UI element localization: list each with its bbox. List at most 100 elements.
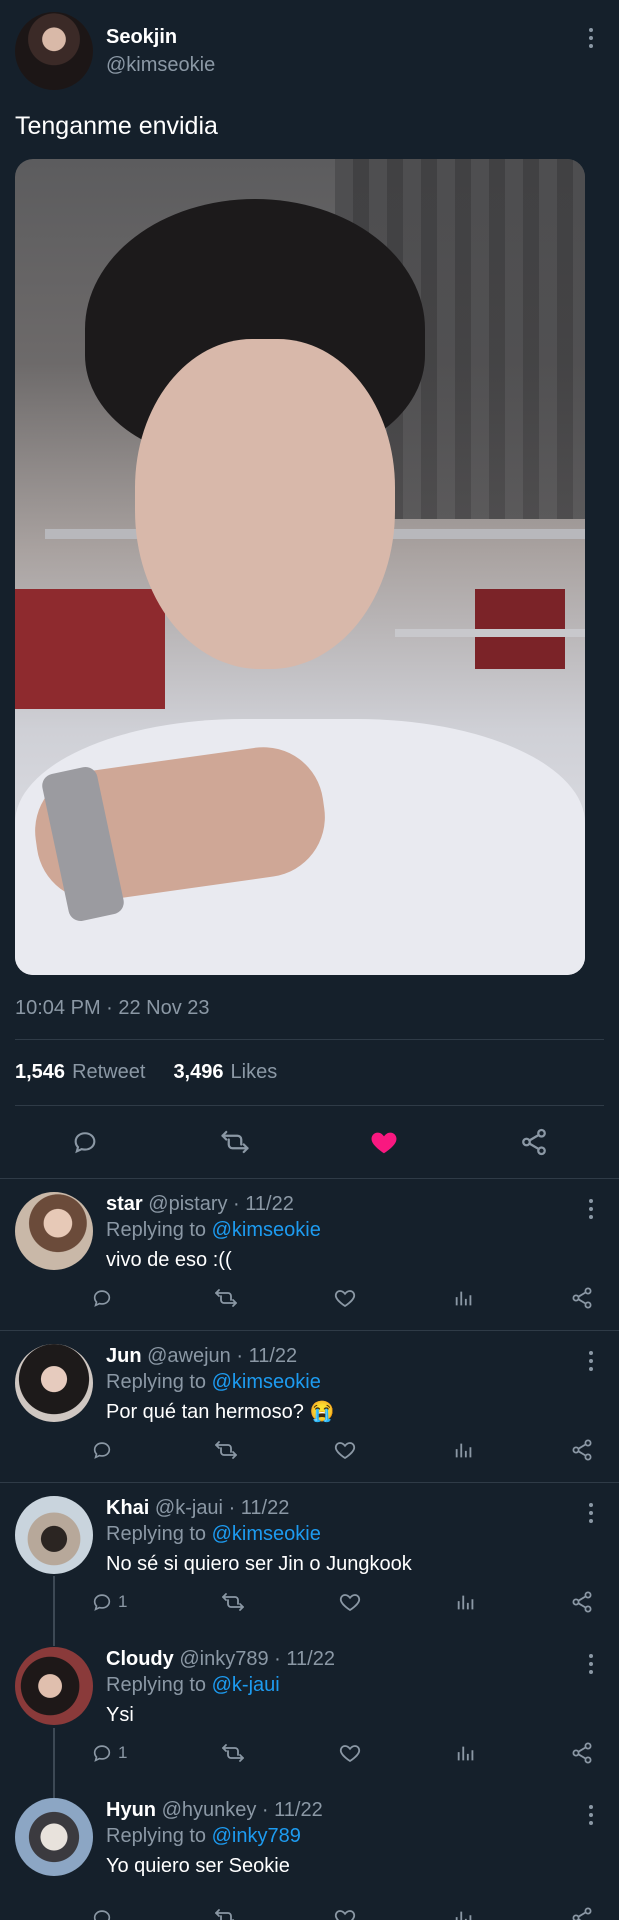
reply-tweet[interactable]: Hyun @hyunkey · 11/22 Replying to @inky7… — [0, 1785, 619, 1920]
like-icon[interactable] — [333, 1438, 357, 1462]
tweet-photo[interactable] — [15, 159, 585, 975]
avatar[interactable] — [15, 12, 93, 90]
replying-to-line: Replying to @kimseokie — [106, 1521, 604, 1547]
more-options-icon[interactable] — [588, 1805, 594, 1825]
reply-action-bar — [91, 1906, 619, 1920]
reply-display-name[interactable]: Khai — [106, 1497, 149, 1519]
reply-action-bar: 1 — [91, 1741, 619, 1765]
replying-to-label: Replying to — [106, 1523, 207, 1545]
reply-action-bar — [91, 1286, 619, 1310]
like-icon[interactable] — [338, 1590, 362, 1614]
views-icon[interactable] — [455, 1742, 477, 1764]
reply-display-name[interactable]: Cloudy — [106, 1648, 174, 1670]
views-icon[interactable] — [453, 1287, 475, 1309]
replying-to-label: Replying to — [106, 1219, 207, 1241]
avatar[interactable] — [15, 1798, 93, 1876]
share-icon[interactable] — [519, 1127, 549, 1157]
main-tweet: Seokjin @kimseokie Tenganme envidia 10:0… — [0, 0, 619, 1021]
tweet-header: Seokjin @kimseokie — [15, 12, 604, 90]
views-icon[interactable] — [453, 1907, 475, 1920]
reply-author-line: Cloudy @inky789 · 11/22 — [106, 1646, 604, 1672]
like-icon[interactable] — [369, 1127, 399, 1157]
more-options-icon[interactable] — [588, 1199, 594, 1219]
reply-icon[interactable] — [91, 1439, 118, 1461]
reply-text: Ysi — [106, 1704, 134, 1726]
tweet-timestamp: 10:04 PM · 22 Nov 23 — [15, 997, 210, 1019]
reply-handle[interactable]: @k-jaui — [155, 1497, 223, 1519]
share-icon[interactable] — [570, 1286, 594, 1310]
like-icon[interactable] — [338, 1741, 362, 1765]
avatar[interactable] — [15, 1192, 93, 1270]
reply-display-name[interactable]: star — [106, 1193, 143, 1215]
author-handle[interactable]: @kimseokie — [106, 51, 215, 79]
reply-tweet[interactable]: star @pistary · 11/22 Replying to @kimse… — [0, 1179, 619, 1330]
replying-to-label: Replying to — [106, 1825, 207, 1847]
likes-count[interactable]: 3,496 — [173, 1061, 223, 1084]
replying-to-line: Replying to @kimseokie — [106, 1217, 604, 1243]
retweet-icon[interactable] — [214, 1906, 238, 1920]
replying-to-line: Replying to @inky789 — [106, 1823, 604, 1849]
more-options-icon[interactable] — [588, 1654, 594, 1674]
reply-handle[interactable]: @awejun — [147, 1345, 231, 1367]
replying-to-label: Replying to — [106, 1371, 207, 1393]
reply-date: · 11/22 — [233, 1193, 294, 1215]
reply-tweet[interactable]: Cloudy @inky789 · 11/22 Replying to @k-j… — [0, 1634, 619, 1785]
replying-to-handle[interactable]: @inky789 — [212, 1825, 301, 1847]
retweet-icon[interactable] — [214, 1438, 238, 1462]
replying-to-line: Replying to @k-jaui — [106, 1672, 604, 1698]
reply-display-name[interactable]: Hyun — [106, 1799, 156, 1821]
reply-tweet[interactable]: Jun @awejun · 11/22 Replying to @kimseok… — [0, 1331, 619, 1482]
replying-to-label: Replying to — [106, 1674, 207, 1696]
more-options-icon[interactable] — [588, 28, 594, 48]
replying-to-handle[interactable]: @k-jaui — [212, 1674, 280, 1696]
more-options-icon[interactable] — [588, 1351, 594, 1371]
replying-to-handle[interactable]: @kimseokie — [212, 1219, 321, 1241]
like-icon[interactable] — [333, 1906, 357, 1920]
more-options-icon[interactable] — [588, 1503, 594, 1523]
author-names: Seokjin @kimseokie — [106, 23, 215, 79]
reply-handle[interactable]: @hyunkey — [162, 1799, 257, 1821]
share-icon[interactable] — [570, 1590, 594, 1614]
retweet-count[interactable]: 1,546 — [15, 1061, 65, 1084]
reply-text: No sé si quiero ser Jin o Jungkook — [106, 1553, 412, 1575]
retweet-icon[interactable] — [221, 1590, 245, 1614]
retweet-icon[interactable] — [221, 1741, 245, 1765]
retweet-label[interactable]: Retweet — [72, 1061, 145, 1084]
reply-icon[interactable] — [91, 1907, 118, 1920]
views-icon[interactable] — [453, 1439, 475, 1461]
tweet-action-bar — [0, 1106, 619, 1178]
reply-icon[interactable] — [91, 1287, 118, 1309]
share-icon[interactable] — [570, 1906, 594, 1920]
reply-action-bar — [91, 1438, 619, 1462]
replying-to-handle[interactable]: @kimseokie — [212, 1371, 321, 1393]
reply-date: · 11/22 — [228, 1497, 290, 1519]
reply-handle[interactable]: @pistary — [148, 1193, 227, 1215]
reply-count: 1 — [118, 1743, 128, 1762]
reply-icon[interactable] — [70, 1127, 100, 1157]
reply-display-name[interactable]: Jun — [106, 1345, 142, 1367]
views-icon[interactable] — [455, 1591, 477, 1613]
replying-to-handle[interactable]: @kimseokie — [212, 1523, 321, 1545]
reply-tweet[interactable]: Khai @k-jaui · 11/22 Replying to @kimseo… — [0, 1483, 619, 1634]
avatar[interactable] — [15, 1344, 93, 1422]
reply-handle[interactable]: @inky789 — [179, 1648, 268, 1670]
reply-icon[interactable]: 1 — [91, 1742, 127, 1764]
reply-date: · 11/22 — [274, 1648, 335, 1670]
avatar[interactable] — [15, 1496, 93, 1574]
share-icon[interactable] — [570, 1741, 594, 1765]
reply-icon[interactable]: 1 — [91, 1591, 127, 1613]
reply-text: Yo quiero ser Seokie — [106, 1855, 290, 1877]
retweet-icon[interactable] — [214, 1286, 238, 1310]
share-icon[interactable] — [570, 1438, 594, 1462]
tweet-text: Tenganme envidia — [15, 112, 218, 140]
reply-date: · 11/22 — [261, 1799, 323, 1821]
reply-author-line: Jun @awejun · 11/22 — [106, 1343, 604, 1369]
author-display-name[interactable]: Seokjin — [106, 23, 215, 51]
like-icon[interactable] — [333, 1286, 357, 1310]
retweet-icon[interactable] — [220, 1127, 250, 1157]
reply-text: vivo de eso :(( — [106, 1249, 232, 1271]
likes-label[interactable]: Likes — [231, 1061, 278, 1084]
tweet-detail-page: Seokjin @kimseokie Tenganme envidia 10:0… — [0, 0, 619, 1920]
avatar[interactable] — [15, 1647, 93, 1725]
reply-count: 1 — [118, 1592, 128, 1611]
